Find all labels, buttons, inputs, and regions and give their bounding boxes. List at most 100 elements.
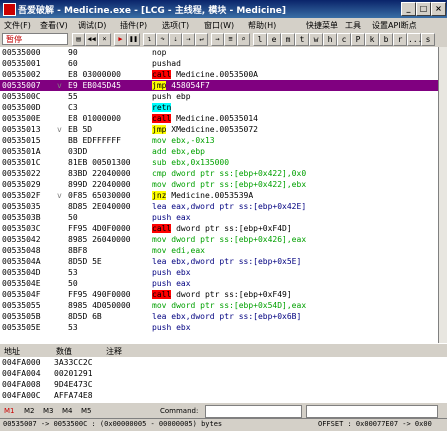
menu-plugins[interactable]: 插件(P)	[120, 20, 147, 31]
toolbar-handles-button[interactable]: h	[323, 33, 337, 46]
disasm-row[interactable]: 0053503B 50 push eax	[0, 212, 438, 223]
disasm-row[interactable]: 00535042 8985 26040000 mov dword ptr ss:[e…	[0, 234, 438, 245]
dump-header-comment[interactable]: 注释	[106, 346, 122, 357]
disasm-address: 00535029	[2, 180, 41, 189]
close-button[interactable]: ×	[431, 2, 446, 16]
pause-icon[interactable]: ❚❚	[127, 33, 140, 46]
disasm-row[interactable]: 00535013 v EB 5D jmp XMedicine.00535072	[0, 124, 438, 135]
disasm-row[interactable]: 00535035 8D85 2E040000 lea eax,dword ptr s…	[0, 201, 438, 212]
dump-pane[interactable]: 004FA000 3A33CC2C 004FA004 00201291 004FA008…	[0, 357, 447, 403]
disasm-row[interactable]: 0053504E 50 push eax	[0, 278, 438, 289]
toolbar-breakpoints-button[interactable]: b	[379, 33, 393, 46]
list-icon[interactable]: ≡	[224, 33, 237, 46]
search-icon[interactable]: ⌕	[237, 33, 250, 46]
tab-m5[interactable]: M5	[81, 407, 92, 415]
close-process-icon[interactable]: ×	[98, 33, 111, 46]
disasm-hex: 8985 4D050000	[68, 301, 131, 310]
menu-file[interactable]: 文件(F)	[4, 20, 31, 31]
toolbar-run-trace-button[interactable]: ...	[407, 33, 422, 46]
disasm-hex: 899D 22040000	[68, 180, 131, 189]
disasm-instruction: mov dword ptr ss:[ebp+0x422],ebx	[152, 180, 307, 189]
disasm-row[interactable]: 00535029 899D 22040000 mov dword ptr ss:[e…	[0, 179, 438, 190]
disasm-row[interactable]: 00535048 8BF8 mov edi,eax	[0, 245, 438, 256]
toolbar-log-button[interactable]: l	[253, 33, 267, 46]
disasm-row[interactable]: 0053501A 03DD add ebx,ebp	[0, 146, 438, 157]
disasm-address: 0053503B	[2, 213, 41, 222]
toolbar-callstack-button[interactable]: k	[365, 33, 379, 46]
disasm-row[interactable]: 00535055 8985 4D050000 mov dword ptr ss:[e…	[0, 300, 438, 311]
trace-into-icon[interactable]: ⇣	[169, 33, 182, 46]
menu-shortcut[interactable]: 快捷菜单	[306, 20, 338, 31]
disasm-row[interactable]: 0053504A 8D5D 5E lea ebx,dword ptr ss:[ebp…	[0, 256, 438, 267]
disasm-row[interactable]: 0053500E E8 01000000 call Medicine.0053501…	[0, 113, 438, 124]
disasm-address: 0053500E	[2, 114, 41, 123]
tab-m2[interactable]: M2	[24, 407, 35, 415]
disassembly-scrollbar[interactable]	[438, 47, 447, 343]
disasm-row[interactable]: 00535001 60 pushad	[0, 58, 438, 69]
disasm-row[interactable]: 0053500C 55 push ebp	[0, 91, 438, 102]
dump-header-address[interactable]: 地址	[4, 346, 20, 357]
menu-view[interactable]: 查看(V)	[40, 20, 68, 31]
step-into-icon[interactable]: ↴	[143, 33, 156, 46]
menu-window[interactable]: 窗口(W)	[204, 20, 234, 31]
toolbar-references-button[interactable]: r	[393, 33, 407, 46]
jump-marker: v	[57, 81, 62, 90]
disasm-address: 0053501C	[2, 158, 41, 167]
maximize-button[interactable]: □	[416, 2, 431, 16]
tab-m3[interactable]: M3	[43, 407, 54, 415]
disasm-row[interactable]: 0053500D C3 retn	[0, 102, 438, 113]
disasm-row[interactable]: 0053505E 53 push ebx	[0, 322, 438, 333]
disasm-row[interactable]: 00535002 E8 03000000 call Medicine.0053500…	[0, 69, 438, 80]
toolbar-source-button[interactable]: s	[421, 33, 435, 46]
toolbar-modules-button[interactable]: e	[267, 33, 281, 46]
execute-till-return-icon[interactable]: ↵	[195, 33, 208, 46]
menu-set-api-breakpoint[interactable]: 设置API断点	[372, 20, 417, 31]
command-input[interactable]	[205, 405, 302, 418]
disasm-address: 0053501A	[2, 147, 41, 156]
rewind-icon[interactable]: ◀◀	[85, 33, 98, 46]
disasm-hex: 8D5D 5E	[68, 257, 102, 266]
disasm-row[interactable]: 0053503C FF95 4D0F0000 call dword ptr ss:[…	[0, 223, 438, 234]
disasm-address: 00535055	[2, 301, 41, 310]
disasm-hex: 53	[68, 323, 78, 332]
app-icon	[3, 3, 16, 16]
toolbar-windows-button[interactable]: w	[309, 33, 323, 46]
goto-icon[interactable]: →	[211, 33, 224, 46]
disasm-hex: C3	[68, 103, 78, 112]
run-icon[interactable]: ▶	[114, 33, 127, 46]
disassembly-pane[interactable]: 00535000 90 nop 00535001 60 pushad 00535002 E8 …	[0, 47, 438, 343]
menu-help[interactable]: 帮助(H)	[248, 20, 276, 31]
disasm-hex: 50	[68, 213, 78, 222]
disasm-address: 0053504D	[2, 268, 41, 277]
trace-over-icon[interactable]: ⇢	[182, 33, 195, 46]
menu-bar: 文件(F) 查看(V) 调试(D) 插件(P) 选项(T) 窗口(W) 帮助(H…	[0, 18, 447, 32]
jump-marker: v	[57, 191, 62, 200]
disasm-row[interactable]: 0053502F v 0F85 65030000 jnz Medicine.00535…	[0, 190, 438, 201]
disasm-hex: 53	[68, 268, 78, 277]
command-result-field[interactable]	[306, 405, 438, 418]
disasm-row[interactable]: 0053501C 81EB 00501300 sub ebx,0x135000	[0, 157, 438, 168]
disasm-row[interactable]: 00535015 BB EDFFFFFF mov ebx,-0x13	[0, 135, 438, 146]
disasm-row[interactable]: 0053505B 8D5D 6B lea ebx,dword ptr ss:[ebp…	[0, 311, 438, 322]
dump-header-value[interactable]: 数值	[56, 346, 72, 357]
menu-options[interactable]: 选项(T)	[162, 20, 189, 31]
step-over-icon[interactable]: ↷	[156, 33, 169, 46]
disasm-row[interactable]: 0053504F FF95 490F0000 call dword ptr ss:[…	[0, 289, 438, 300]
tab-m1[interactable]: M1	[4, 407, 15, 415]
toolbar-memory-button[interactable]: m	[281, 33, 295, 46]
toolbar-threads-button[interactable]: t	[295, 33, 309, 46]
tab-m4[interactable]: M4	[62, 407, 73, 415]
open-icon[interactable]: ▤	[72, 33, 85, 46]
disasm-instruction: jmp XMedicine.00535072	[152, 125, 258, 134]
minimize-button[interactable]: _	[401, 2, 416, 16]
toolbar-patches-button[interactable]: P	[351, 33, 365, 46]
menu-debug[interactable]: 调试(D)	[78, 20, 106, 31]
disasm-row[interactable]: 00535007 v E9 EB045D45 jmp 458054F7	[0, 80, 438, 91]
disasm-row[interactable]: 00535000 90 nop	[0, 47, 438, 58]
disasm-hex: BB EDFFFFFF	[68, 136, 121, 145]
toolbar-cpu-button[interactable]: c	[337, 33, 351, 46]
disasm-row[interactable]: 00535022 83BD 22040000 cmp dword ptr ss:[e…	[0, 168, 438, 179]
menu-tools[interactable]: 工具	[345, 20, 361, 31]
disasm-row[interactable]: 0053504D 53 push ebx	[0, 267, 438, 278]
title-bar: 吾爱破解 - Medicine.exe - [LCG - 主线程, 模块 - M…	[0, 0, 447, 18]
